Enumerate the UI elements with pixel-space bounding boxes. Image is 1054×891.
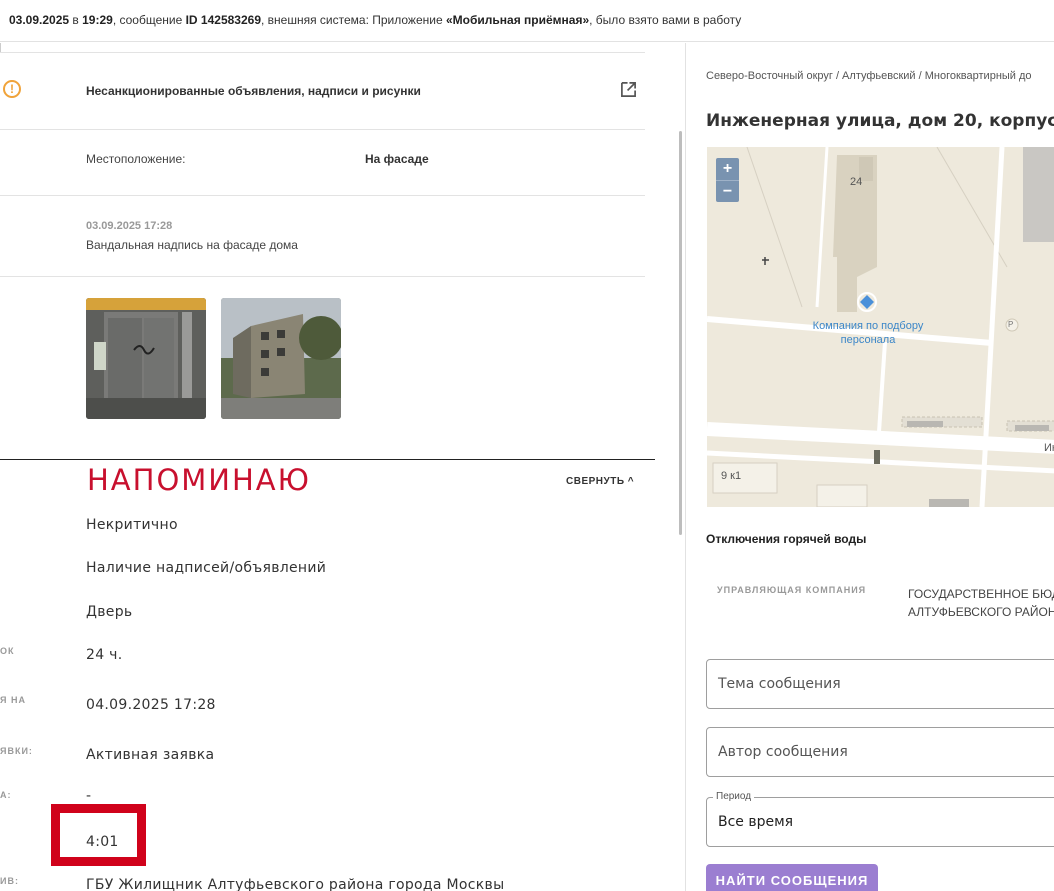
field-status-label: ЯВКИ: — [0, 746, 33, 756]
reminder-title: НАПОМИНАЮ — [87, 463, 311, 497]
notification-msg-id: ID 142583269 — [185, 13, 261, 27]
management-company-label: УПРАВЛЯЮЩАЯ КОМПАНИЯ — [717, 585, 867, 595]
notification-system-prefix: , внешняя система: Приложение — [261, 13, 446, 27]
map-street-label: Ин — [1044, 442, 1054, 454]
location-label: Местоположение: — [86, 152, 186, 166]
notification-in: в — [69, 13, 83, 27]
field-due-value: 04.09.2025 17:28 — [86, 697, 216, 713]
field-executor-label: ИВ: — [0, 876, 19, 886]
breadcrumb: Северо-Восточный округ / Алтуфьевский / … — [706, 70, 1032, 82]
period-select[interactable]: Период Все время — [706, 791, 1054, 847]
issue-title: Несанкционированные объявления, надписи … — [86, 84, 421, 98]
note-date: 03.09.2025 17:28 — [86, 220, 173, 232]
collapse-button[interactable]: СВЕРНУТЬ ^ — [566, 476, 634, 487]
management-company-line2: АЛТУФЬЕВСКОГО РАЙОНА — [908, 605, 1054, 619]
field-status-value: Активная заявка — [86, 747, 215, 763]
notification-message: 03.09.2025 в 19:29, сообщение ID 1425832… — [9, 13, 741, 27]
topic-input[interactable]: Тема сообщения — [706, 659, 1054, 709]
map-parking-label: P — [1008, 320, 1014, 329]
management-company-value: ГОСУДАРСТВЕННОЕ БЮД АЛТУФЬЕВСКОГО РАЙОНА — [908, 585, 1054, 621]
notification-date: 03.09.2025 — [9, 13, 70, 27]
external-link-icon[interactable] — [620, 81, 637, 98]
notification-msg-prefix: , сообщение — [112, 13, 186, 27]
field-empty-label: А: — [0, 790, 12, 800]
period-label: Период — [713, 791, 755, 802]
field-object-value: Дверь — [86, 604, 133, 620]
notification-bar: 03.09.2025 в 19:29, сообщение ID 1425832… — [0, 0, 1054, 42]
map-poi-label[interactable]: Компания по подбору персонала — [803, 319, 933, 347]
divider — [0, 276, 645, 277]
map-zoom-control: + − — [716, 158, 739, 202]
field-empty-value: - — [86, 788, 92, 804]
field-due-label: Я НА — [0, 695, 26, 705]
field-deadline-value: 24 ч. — [86, 647, 123, 663]
location-value: На фасаде — [365, 152, 429, 166]
divider — [0, 195, 645, 196]
map-building-number: 24 — [850, 176, 863, 188]
hot-water-title: Отключения горячей воды — [706, 532, 867, 546]
notification-time: 19:29 — [82, 13, 113, 27]
field-deadline-label: ОК — [0, 646, 15, 656]
address-panel: Северо-Восточный округ / Алтуфьевский / … — [685, 43, 1054, 891]
reminder-divider — [0, 459, 655, 460]
zoom-out-button[interactable]: − — [716, 180, 739, 202]
notification-suffix: , было взято вами в работу — [589, 13, 742, 27]
find-messages-button[interactable]: НАЙТИ СООБЩЕНИЯ — [706, 864, 878, 891]
author-input[interactable]: Автор сообщения — [706, 727, 1054, 777]
zoom-in-button[interactable]: + — [716, 158, 739, 180]
management-company-line1: ГОСУДАРСТВЕННОЕ БЮД — [908, 587, 1054, 601]
address-title: Инженерная улица, дом 20, корпус 1 — [706, 111, 1054, 131]
field-criticality-value: Некритично — [86, 517, 178, 533]
scrollbar[interactable] — [679, 131, 682, 535]
photo-thumbnail-door[interactable] — [86, 298, 206, 419]
period-value: Все время — [718, 814, 794, 830]
topic-placeholder: Тема сообщения — [718, 676, 841, 692]
issue-detail-panel: ! Несанкционированные объявления, надпис… — [0, 43, 686, 891]
map-building-label: 9 к1 — [721, 470, 742, 482]
divider — [0, 52, 645, 53]
author-placeholder: Автор сообщения — [718, 744, 848, 760]
warning-icon: ! — [3, 80, 21, 98]
photo-thumbnail-building[interactable] — [221, 298, 341, 419]
highlight-box — [51, 804, 146, 866]
field-problem-value: Наличие надписей/объявлений — [86, 560, 327, 576]
map[interactable]: + − 24 Компания по подбору персонала P 9… — [707, 147, 1054, 507]
note-text: Вандальная надпись на фасаде дома — [86, 238, 298, 252]
divider — [0, 129, 645, 130]
field-executor-value: ГБУ Жилищник Алтуфьевского района города… — [86, 877, 505, 891]
notification-system-name: «Мобильная приёмная» — [445, 13, 590, 27]
